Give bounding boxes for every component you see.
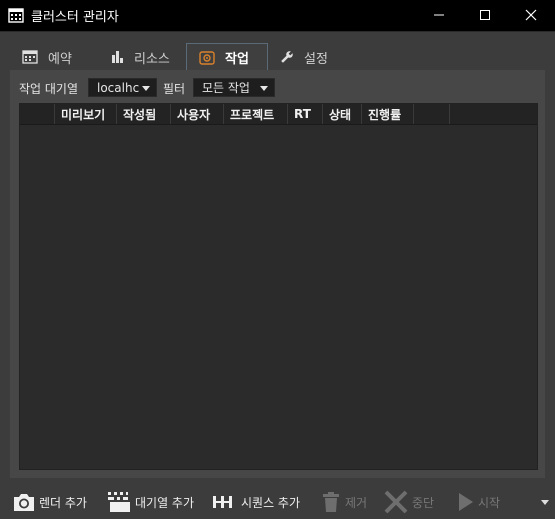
- column-header-user[interactable]: 사용자: [171, 104, 224, 124]
- column-header-status[interactable]: 상태: [323, 104, 362, 124]
- close-icon: [525, 6, 537, 25]
- queue-label: 작업 대기열: [19, 82, 79, 96]
- add-queue-button[interactable]: 대기열 추가: [106, 488, 194, 516]
- filter-select[interactable]: 모든 작업: [193, 78, 275, 97]
- bar-chart-icon: [110, 50, 124, 64]
- chevron-down-icon: [142, 86, 150, 91]
- sequence-icon: [212, 492, 238, 512]
- column-header-progress[interactable]: 진행률: [362, 104, 414, 124]
- maximize-icon: [479, 6, 491, 25]
- toolbar-overflow-chevron-icon[interactable]: [541, 500, 549, 505]
- start-button[interactable]: 시작: [455, 488, 500, 516]
- tab-reservation[interactable]: 예약: [10, 44, 98, 70]
- play-icon: [455, 491, 475, 513]
- tab-label: 설정: [304, 51, 328, 67]
- remove-button[interactable]: 제거: [320, 488, 367, 516]
- calendar-icon: [8, 7, 24, 23]
- window-title: 클러스터 관리자: [31, 10, 119, 25]
- column-header-rt[interactable]: RT: [288, 104, 323, 124]
- clapperboard-icon: [106, 490, 132, 514]
- column-header-extra[interactable]: [414, 104, 450, 124]
- trash-icon: [320, 491, 342, 513]
- column-header-project[interactable]: 프로젝트: [224, 104, 288, 124]
- column-header-created[interactable]: 작성됨: [117, 104, 171, 124]
- calendar-icon: [22, 50, 38, 64]
- tab-jobs[interactable]: 작업: [186, 43, 268, 71]
- minimize-icon: [433, 6, 445, 25]
- start-label: 시작: [478, 495, 501, 510]
- stop-button[interactable]: 중단: [383, 488, 434, 516]
- column-header-select[interactable]: [20, 104, 55, 124]
- camera-icon: [12, 491, 36, 513]
- remove-label: 제거: [345, 495, 368, 510]
- tab-resources[interactable]: 리소스: [98, 44, 186, 70]
- table-header: 미리보기 작성됨 사용자 프로젝트 RT 상태 진행률: [20, 104, 537, 125]
- column-header-preview[interactable]: 미리보기: [55, 104, 117, 124]
- filter-label: 필터: [163, 82, 186, 96]
- tab-settings[interactable]: 설정: [268, 44, 348, 70]
- close-button[interactable]: [508, 0, 554, 31]
- stop-label: 중단: [412, 495, 435, 510]
- add-render-button[interactable]: 렌더 추가: [12, 488, 87, 516]
- add-queue-label: 대기열 추가: [135, 495, 195, 510]
- jobs-icon: [199, 50, 215, 65]
- filter-select-value: 모든 작업: [202, 81, 250, 95]
- queue-select-value: localhc: [97, 80, 140, 95]
- chevron-down-icon: [260, 86, 268, 91]
- add-sequence-button[interactable]: 시퀀스 추가: [212, 488, 300, 516]
- maximize-button[interactable]: [462, 0, 508, 31]
- queue-select[interactable]: localhc: [88, 78, 157, 97]
- add-sequence-label: 시퀀스 추가: [241, 495, 301, 510]
- minimize-button[interactable]: [416, 0, 462, 31]
- jobs-table[interactable]: 미리보기 작성됨 사용자 프로젝트 RT 상태 진행률: [19, 103, 538, 470]
- wrench-icon: [280, 50, 294, 64]
- add-render-label: 렌더 추가: [39, 495, 87, 510]
- tab-label: 작업: [225, 52, 249, 67]
- tab-label: 리소스: [134, 51, 170, 67]
- bottom-toolbar: 렌더 추가 대기열 추가 시퀀스 추가 제거 중단 시작: [0, 484, 555, 519]
- cancel-x-icon: [383, 489, 409, 515]
- title-bar: 클러스터 관리자: [0, 0, 555, 32]
- tab-label: 예약: [48, 51, 72, 67]
